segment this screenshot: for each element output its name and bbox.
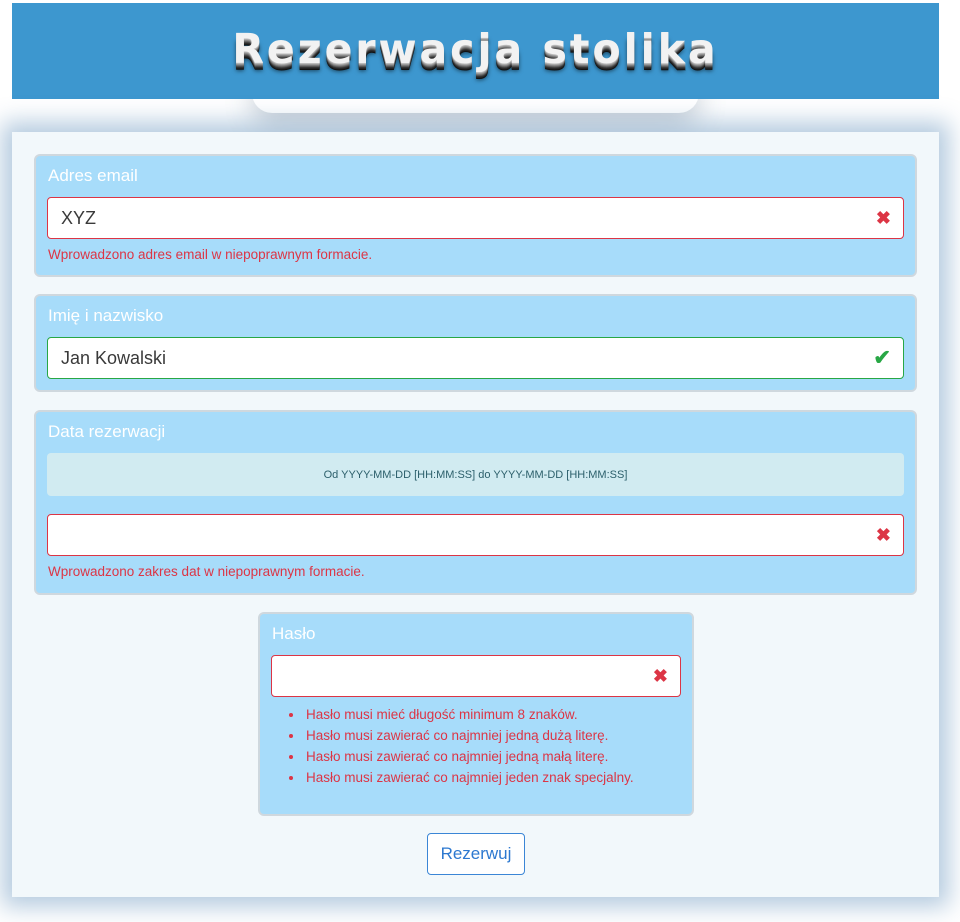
name-value: Jan Kowalski (61, 347, 167, 368)
name-label: Imię i nazwisko (48, 306, 164, 325)
date-error: Wprowadzono zakres dat w niepoprawnym fo… (48, 564, 365, 579)
date-format-hint: Od YYYY-MM-DD [HH:MM:SS] do YYYY-MM-DD [… (47, 453, 904, 496)
password-group: Hasło ✖ Hasło musi mieć długość minimum … (258, 612, 694, 816)
page-header: Rezerwacja stolika (12, 3, 939, 99)
reserve-button[interactable]: Rezerwuj (427, 833, 525, 875)
password-label: Hasło (272, 624, 316, 643)
email-group: Adres email XYZ ✖ Wprowadzono adres emai… (34, 154, 917, 277)
name-field[interactable]: Jan Kowalski ✔ (47, 337, 904, 379)
password-error-item: Hasło musi mieć długość minimum 8 znaków… (304, 704, 634, 725)
email-label: Adres email (48, 166, 138, 185)
name-group: Imię i nazwisko Jan Kowalski ✔ (34, 294, 917, 392)
invalid-x-icon: ✖ (875, 525, 891, 545)
valid-check-icon: ✔ (873, 346, 891, 370)
password-error-list: Hasło musi mieć długość minimum 8 znaków… (304, 704, 634, 788)
invalid-x-icon: ✖ (875, 208, 891, 228)
invalid-x-icon: ✖ (652, 666, 668, 686)
date-group: Data rezerwacji Od YYYY-MM-DD [HH:MM:SS]… (34, 410, 917, 595)
date-label: Data rezerwacji (48, 422, 166, 441)
email-error: Wprowadzono adres email w niepoprawnym f… (48, 247, 373, 262)
email-field[interactable]: XYZ ✖ (47, 197, 904, 239)
email-value: XYZ (61, 207, 97, 228)
page-title: Rezerwacja stolika (232, 25, 719, 73)
password-error-item: Hasło musi zawierać co najmniej jedną du… (304, 725, 634, 746)
password-error-item: Hasło musi zawierać co najmniej jeden zn… (304, 767, 634, 788)
reservation-form: Adres email XYZ ✖ Wprowadzono adres emai… (12, 132, 939, 897)
password-field[interactable]: ✖ (271, 655, 681, 697)
password-error-item: Hasło musi zawierać co najmniej jedną ma… (304, 746, 634, 767)
date-range-field[interactable]: ✖ (47, 514, 904, 556)
